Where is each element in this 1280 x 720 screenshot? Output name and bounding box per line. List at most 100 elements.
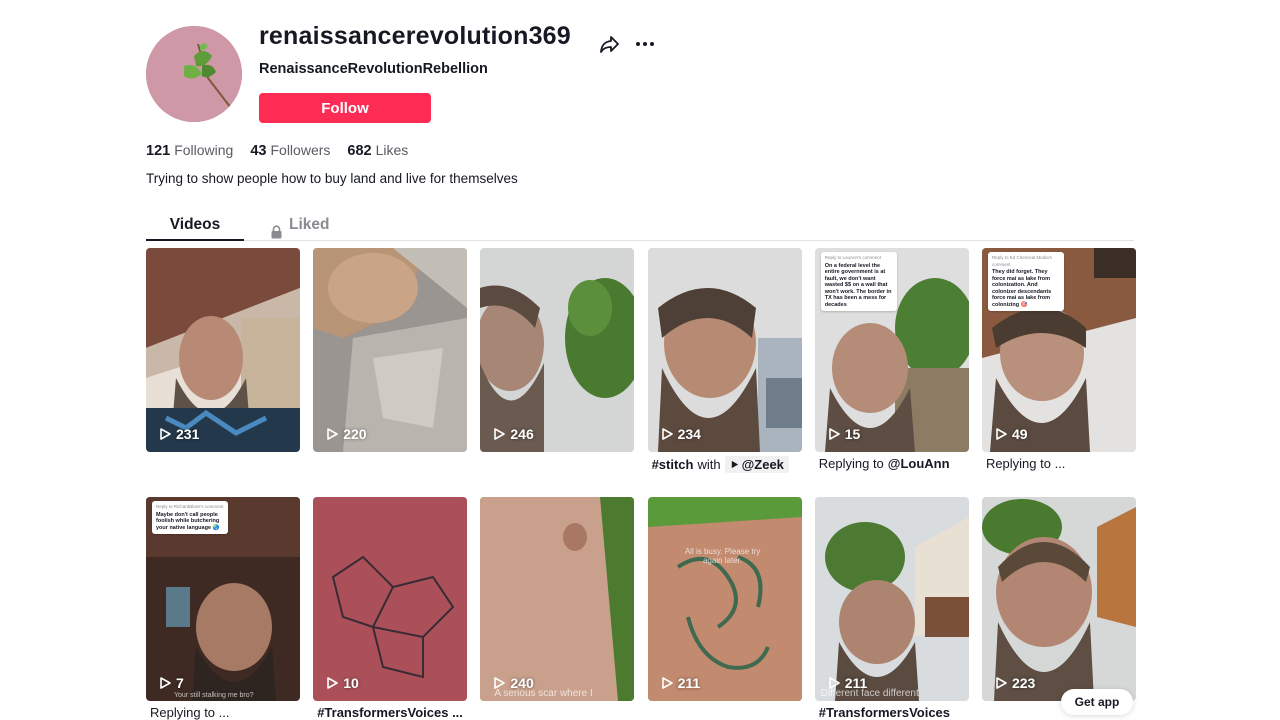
get-app-button[interactable]: Get app: [1061, 689, 1133, 715]
play-icon: [158, 676, 172, 690]
hashtag[interactable]: #stitch: [652, 457, 694, 472]
video-card[interactable]: 220: [313, 248, 468, 452]
video-thumbnail: [313, 497, 468, 701]
view-count: 211: [827, 675, 868, 691]
view-count: 220: [325, 426, 367, 442]
reply-comment-bubble: Reply to Ed Chemical Media's comment The…: [987, 252, 1064, 311]
video-card[interactable]: 223: [981, 497, 1136, 701]
following-label: Following: [174, 142, 234, 158]
lock-icon: [270, 218, 283, 238]
video-card[interactable]: A serious scar where I 240: [480, 497, 635, 701]
hashtag[interactable]: #TransformersVoices ...: [317, 705, 463, 720]
following-value: 121: [146, 143, 171, 159]
share-icon[interactable]: [598, 32, 622, 56]
view-count-value: 211: [677, 675, 701, 691]
caption-text: Replying to: [818, 456, 884, 471]
video-caption: #TransformersVoices ...: [317, 705, 467, 720]
video-caption: Replying to ...: [986, 456, 1136, 471]
video-card[interactable]: Different face different 211 #Transforme…: [814, 497, 969, 720]
tab-liked-label: Liked: [289, 216, 330, 233]
play-icon: [827, 676, 841, 690]
bio: Trying to show people how to buy land an…: [146, 171, 518, 186]
tab-liked[interactable]: Liked: [270, 208, 380, 241]
likes-value: 682: [347, 143, 372, 159]
play-icon: [158, 427, 172, 441]
video-caption: Replying to @LouAnn: [819, 456, 969, 471]
play-icon: [827, 427, 841, 441]
play-icon: [660, 427, 674, 441]
video-thumbnail: [146, 248, 300, 452]
view-count-value: 10: [343, 675, 359, 691]
view-count: 10: [325, 675, 359, 691]
followers-count[interactable]: 43 Followers: [250, 142, 330, 159]
tab-videos[interactable]: Videos: [146, 208, 244, 241]
follow-button[interactable]: Follow: [259, 93, 431, 123]
view-count-value: 15: [844, 426, 861, 442]
video-thumbnail: [981, 497, 1136, 701]
view-count-value: 246: [510, 426, 534, 442]
username: renaissancerevolution369: [259, 22, 571, 50]
avatar[interactable]: [146, 26, 242, 122]
more-options-icon[interactable]: [633, 32, 657, 56]
view-count: 240: [492, 675, 534, 691]
view-count: 15: [827, 426, 861, 442]
view-count: 49: [994, 426, 1028, 442]
mention-link[interactable]: @LouAnn: [888, 456, 950, 471]
video-card[interactable]: All is busy. Please try again later. 211: [647, 497, 802, 701]
caption-text: with: [697, 457, 721, 472]
view-count-value: 223: [1011, 675, 1036, 691]
video-overlay-text: Your still stalking me bro?: [174, 692, 254, 699]
reply-comment-bubble: Reply to RichardBlaze's comment Maybe do…: [152, 501, 228, 534]
video-caption: #TransformersVoices: [819, 705, 969, 720]
likes-count: 682 Likes: [347, 142, 408, 159]
view-count-value: 211: [844, 675, 868, 691]
view-count-value: 231: [176, 426, 200, 442]
view-count: 246: [492, 426, 534, 442]
video-card[interactable]: Reply to Ed Chemical Media's comment The…: [981, 248, 1136, 471]
play-icon: [730, 457, 739, 472]
video-grid: 231 220 246 234 #stitch with @Zeek Reply…: [146, 248, 1136, 720]
mention-chip[interactable]: @Zeek: [724, 456, 789, 473]
video-card[interactable]: 10 #TransformersVoices ...: [313, 497, 468, 720]
video-card[interactable]: Reply to RichardBlaze's comment Maybe do…: [146, 497, 300, 720]
video-card[interactable]: Reply to LouAnn's comment On a federal l…: [814, 248, 969, 471]
view-count: 231: [158, 426, 199, 442]
video-thumbnail: [647, 497, 802, 701]
bubble-header: Reply to LouAnn's comment: [824, 255, 881, 260]
video-thumbnail: [480, 248, 635, 452]
video-caption: #stitch with @Zeek: [652, 456, 802, 473]
caption-text: Replying to ...: [150, 705, 230, 720]
view-count-value: 234: [677, 426, 701, 442]
play-icon: [994, 427, 1008, 441]
caption-text: Replying to ...: [985, 456, 1066, 471]
hashtag[interactable]: #TransformersVoices: [819, 705, 950, 720]
video-thumbnail: [647, 248, 802, 452]
view-count: 211: [660, 675, 701, 691]
profile-stats: 121 Following 43 Followers 682 Likes: [146, 142, 408, 159]
mention-text: @Zeek: [741, 457, 784, 472]
following-count[interactable]: 121 Following: [146, 142, 233, 159]
bubble-text: They did forget. They force mai as lake …: [991, 269, 1052, 308]
reply-comment-bubble: Reply to LouAnn's comment On a federal l…: [820, 252, 897, 311]
play-icon: [492, 427, 506, 441]
video-thumbnail: [480, 497, 635, 701]
video-card[interactable]: 246: [480, 248, 635, 452]
play-icon: [325, 427, 339, 441]
play-icon: [492, 676, 506, 690]
video-thumbnail: [814, 497, 969, 701]
bubble-text: On a federal level the entire government…: [824, 262, 892, 308]
video-card[interactable]: 231: [146, 248, 300, 452]
profile-tabs: Videos Liked: [146, 208, 1134, 241]
view-count: 223: [994, 675, 1035, 691]
view-count: 7: [158, 675, 184, 691]
likes-label: Likes: [375, 142, 409, 158]
video-card[interactable]: 234 #stitch with @Zeek: [647, 248, 802, 473]
view-count-value: 220: [343, 426, 367, 442]
nickname: RenaissanceRevolutionRebellion: [259, 61, 488, 77]
play-icon: [660, 676, 674, 690]
bubble-header: Reply to RichardBlaze's comment: [156, 504, 224, 509]
bubble-text: Maybe don't call people foolish while bu…: [156, 511, 220, 531]
play-icon: [325, 676, 339, 690]
followers-value: 43: [250, 143, 267, 159]
video-thumbnail: [313, 248, 468, 452]
